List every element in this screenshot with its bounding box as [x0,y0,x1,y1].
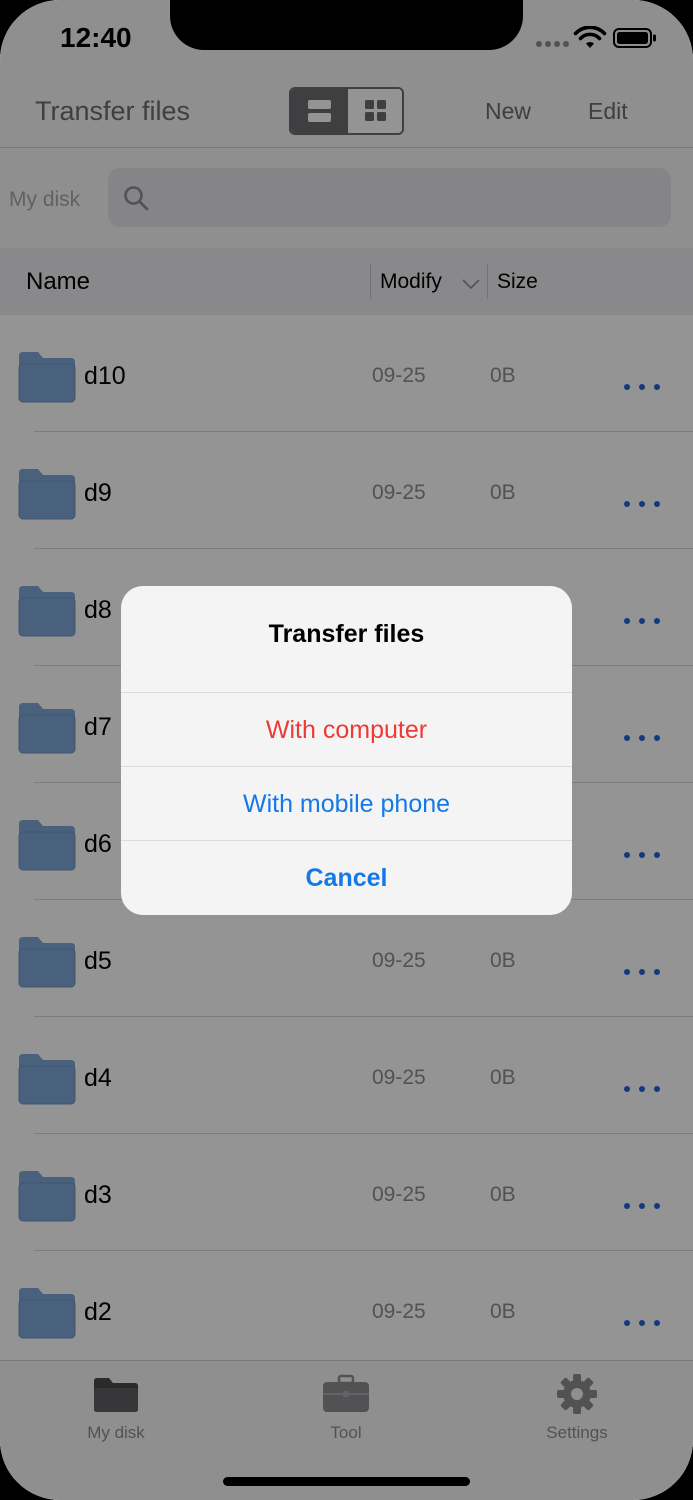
phone-screen: 12:40 Transfer files New Edit My disk Na… [0,0,693,1500]
alert-title: Transfer files [268,620,425,648]
home-indicator[interactable] [223,1477,470,1486]
with-computer-button[interactable]: With computer [121,692,572,766]
with-mobile-phone-button[interactable]: With mobile phone [121,766,572,840]
cancel-button[interactable]: Cancel [121,840,572,915]
transfer-files-alert: Transfer files With computer With mobile… [121,586,572,915]
